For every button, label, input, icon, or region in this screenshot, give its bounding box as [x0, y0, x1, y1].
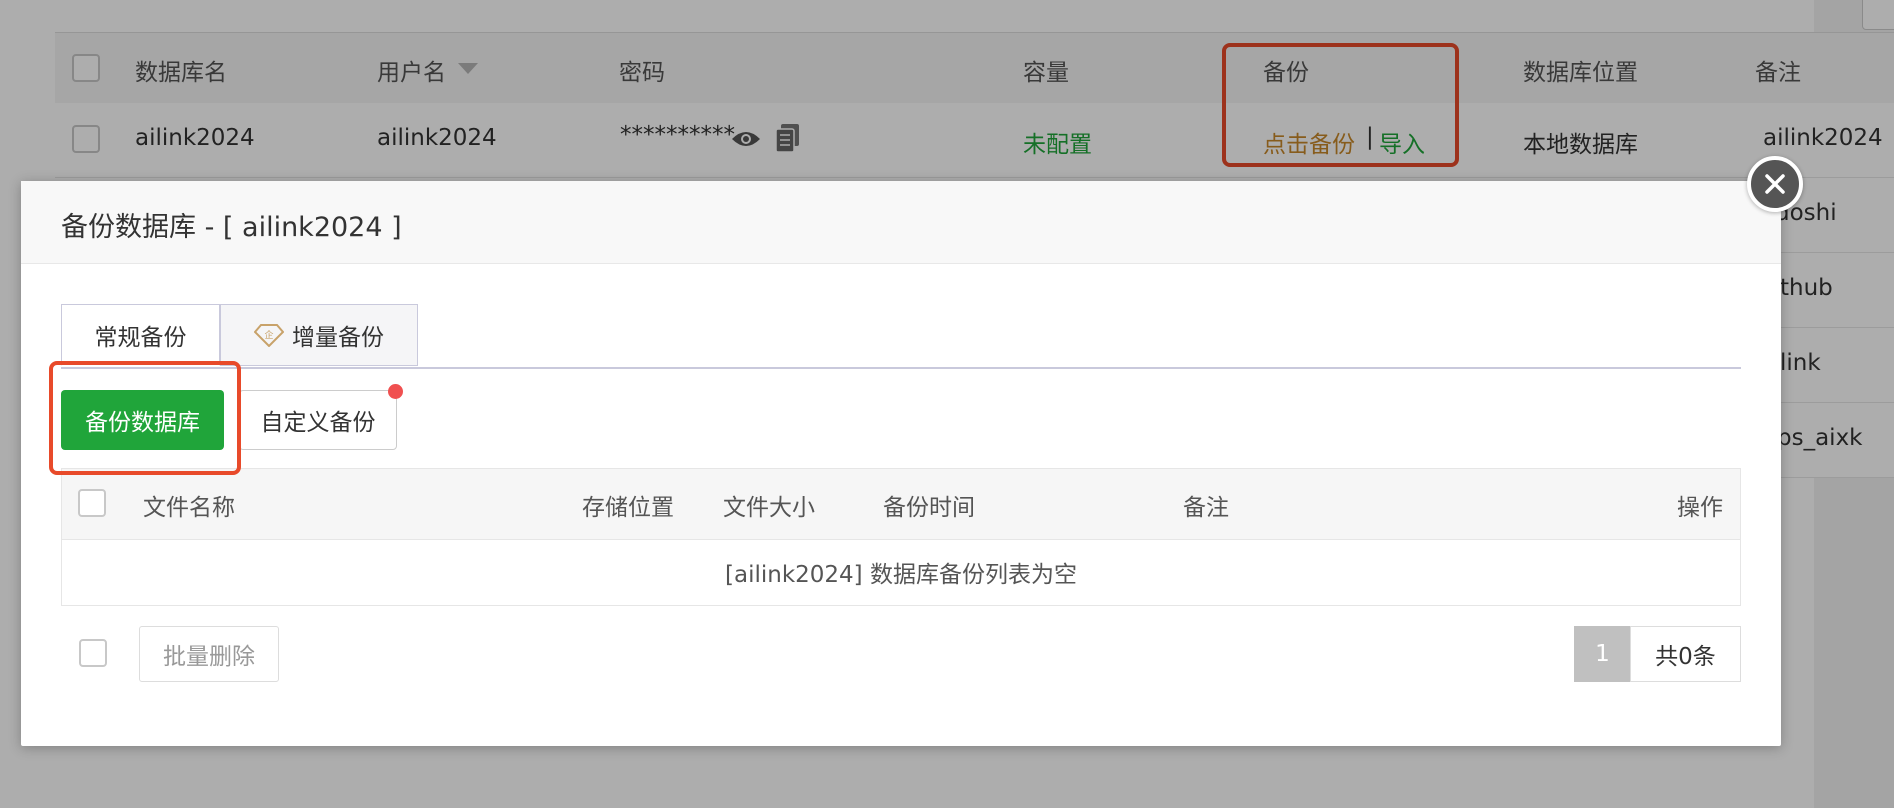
file-table-header: 文件名称 存储位置 文件大小 备份时间 备注 操作	[62, 469, 1740, 540]
pagination-current-page[interactable]: 1	[1574, 626, 1631, 682]
tab-bar: 常规备份 企 增量备份	[61, 304, 1741, 369]
enterprise-diamond-icon: 企	[254, 324, 284, 347]
backup-modal: 备份数据库 - [ ailink2024 ] 常规备份 企 增量备份 备份数据库…	[21, 181, 1781, 746]
batch-delete-button[interactable]: 批量删除	[139, 626, 279, 682]
col-remark: 备注	[1183, 495, 1229, 521]
custom-backup-button[interactable]: 自定义备份	[239, 390, 397, 450]
close-icon	[1765, 174, 1785, 194]
batch-select-checkbox[interactable]	[79, 639, 107, 667]
notification-dot	[388, 384, 403, 399]
tab-label: 常规备份	[94, 324, 187, 351]
modal-header: 备份数据库 - [ ailink2024 ]	[21, 181, 1781, 264]
col-storage-location: 存储位置	[582, 495, 674, 521]
tab-incremental-backup[interactable]: 企 增量备份	[220, 304, 418, 366]
tab-regular-backup[interactable]: 常规备份	[61, 304, 220, 366]
modal-title: 备份数据库 - [ ailink2024 ]	[61, 212, 402, 243]
backup-file-table: 文件名称 存储位置 文件大小 备份时间 备注 操作 [ailink2024] 数…	[61, 468, 1741, 606]
col-file-name: 文件名称	[143, 495, 235, 521]
backup-button-highlight	[49, 361, 241, 475]
select-all-files-checkbox[interactable]	[78, 489, 106, 517]
col-backup-time: 备份时间	[883, 495, 975, 521]
pagination-total: 共0条	[1630, 626, 1741, 682]
modal-close-button[interactable]	[1747, 156, 1803, 212]
svg-text:企: 企	[264, 329, 273, 341]
col-actions: 操作	[1677, 495, 1723, 521]
tab-label: 增量备份	[292, 325, 384, 351]
empty-list-message: [ailink2024] 数据库备份列表为空	[725, 562, 1077, 588]
col-file-size: 文件大小	[723, 495, 815, 521]
